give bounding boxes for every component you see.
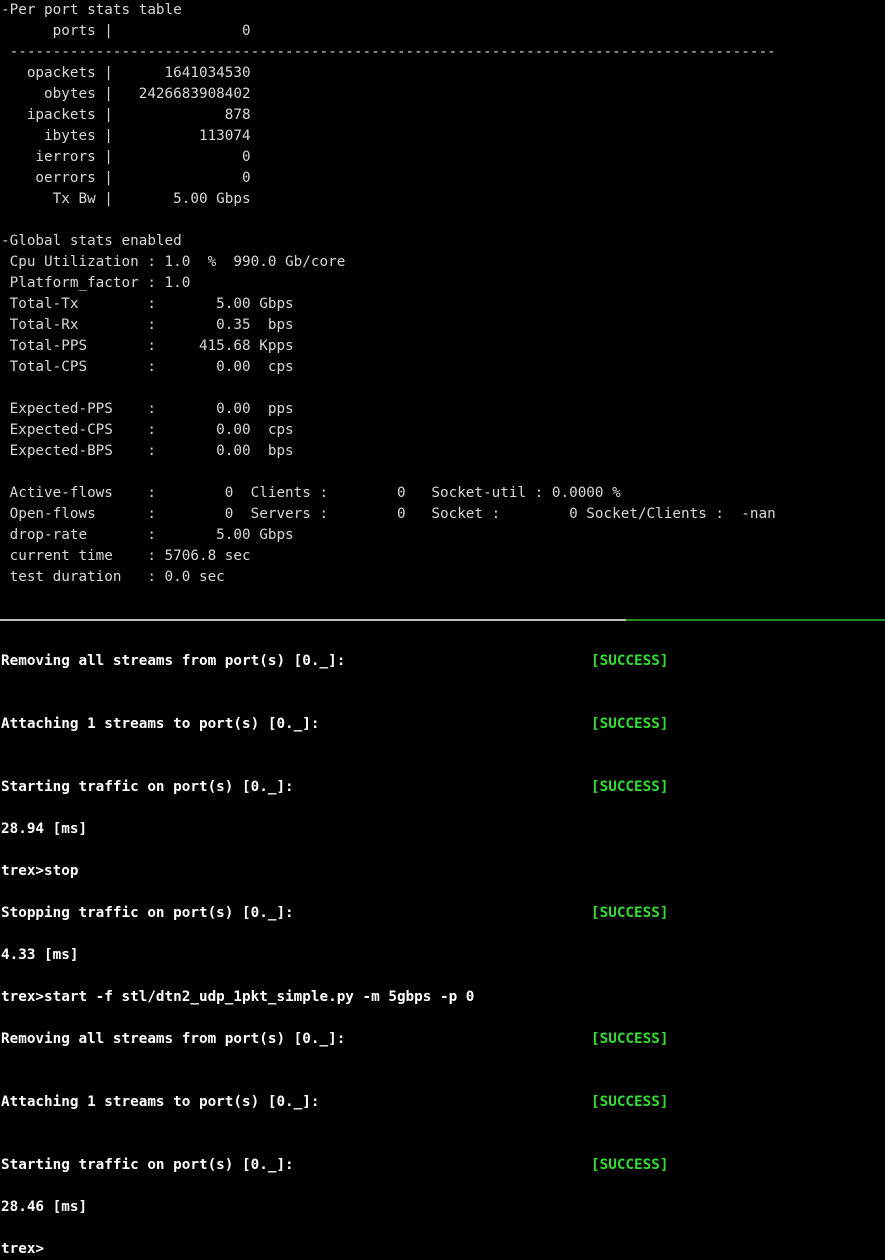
log-line: Starting traffic on port(s) [0._]: [SUCCE… (1, 777, 668, 798)
stats-line: opackets | 1641034530 (1, 65, 251, 81)
stats-line: Expected-CPS : 0.00 cps (1, 422, 294, 438)
stats-line: -Global stats enabled (1, 233, 182, 249)
stats-line: ----------------------------------------… (1, 44, 776, 60)
log-line: 4.33 [ms] (1, 947, 79, 963)
tmux-divider-inactive (0, 619, 626, 621)
stats-line: Total-PPS : 415.68 Kpps (1, 338, 294, 354)
stats-line: Expected-BPS : 0.00 bps (1, 443, 294, 459)
stats-line: ipackets | 878 (1, 107, 251, 123)
stats-line: test duration : 0.0 sec (1, 569, 225, 585)
stats-line: drop-rate : 5.00 Gbps (1, 527, 294, 543)
log-line: 28.94 [ms] (1, 821, 88, 837)
stats-line: -Per port stats table (1, 2, 182, 18)
stats-line: Open-flows : 0 Servers : 0 Socket : 0 So… (1, 506, 776, 522)
stats-line: Total-CPS : 0.00 cps (1, 359, 294, 375)
success-status: [SUCCESS] (591, 1157, 669, 1173)
success-status: [SUCCESS] (591, 653, 669, 669)
log-line: Attaching 1 streams to port(s) [0._]: [SU… (1, 1092, 668, 1113)
log-line: Removing all streams from port(s) [0._]:… (1, 651, 668, 672)
log-line: Starting traffic on port(s) [0._]: [SUCCE… (1, 1155, 668, 1176)
stats-line: ports | 0 (1, 23, 251, 39)
terminal-window[interactable]: -Per port stats table ports | 0 --------… (0, 0, 885, 1260)
log-line: Stopping traffic on port(s) [0._]: [SUCCE… (1, 903, 668, 924)
stats-line: Platform_factor : 1.0 (1, 275, 191, 291)
stats-line: obytes | 2426683908402 (1, 86, 251, 102)
log-line: 28.46 [ms] (1, 1199, 88, 1215)
success-status: [SUCCESS] (591, 1031, 669, 1047)
stats-line: ierrors | 0 (1, 149, 251, 165)
command-line: trex>start -f stl/dtn2_udp_1pkt_simple.p… (1, 989, 475, 1005)
stats-line: Total-Rx : 0.35 bps (1, 317, 294, 333)
stats-line: Total-Tx : 5.00 Gbps (1, 296, 294, 312)
stats-line: current time : 5706.8 sec (1, 548, 251, 564)
tmux-divider-active (626, 619, 885, 621)
success-status: [SUCCESS] (591, 779, 669, 795)
success-status: [SUCCESS] (591, 716, 669, 732)
log-line: Removing all streams from port(s) [0._]:… (1, 1029, 668, 1050)
stats-line: Expected-PPS : 0.00 pps (1, 401, 294, 417)
success-status: [SUCCESS] (591, 1094, 669, 1110)
stats-line: Tx Bw | 5.00 Gbps (1, 191, 251, 207)
command-prompt[interactable]: trex> (1, 1239, 44, 1260)
stats-line: ibytes | 113074 (1, 128, 251, 144)
stats-line: oerrors | 0 (1, 170, 251, 186)
stats-line: Cpu Utilization : 1.0 % 990.0 Gb/core (1, 254, 346, 270)
command-line: trex>stop (1, 863, 79, 879)
success-status: [SUCCESS] (591, 905, 669, 921)
log-line: Attaching 1 streams to port(s) [0._]: [SU… (1, 714, 668, 735)
stats-line: Active-flows : 0 Clients : 0 Socket-util… (1, 485, 621, 501)
